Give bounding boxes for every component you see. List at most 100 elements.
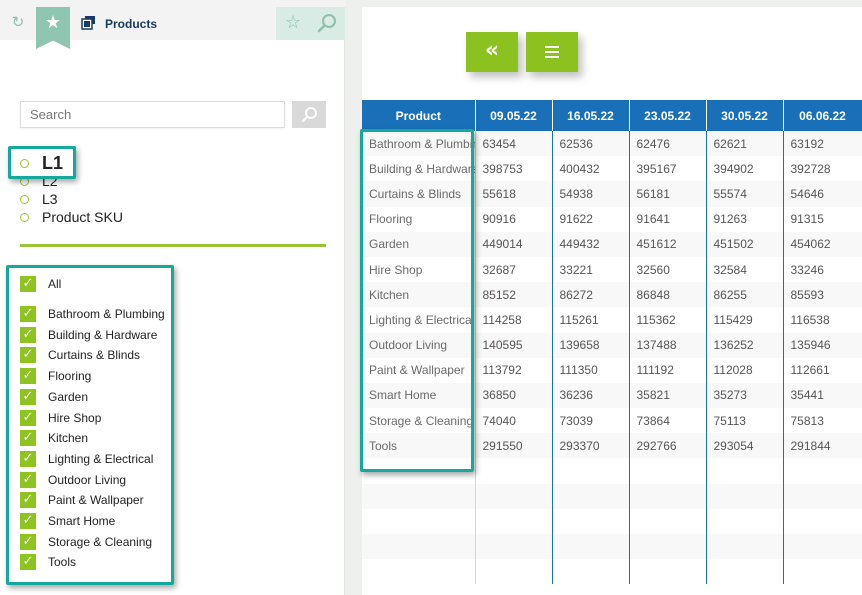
level-option-product-sku[interactable]: Product SKU — [20, 208, 123, 226]
table-row[interactable]: Outdoor Living 140595 139658 137488 136252 13… — [362, 332, 862, 358]
table-row[interactable]: Flooring 90916 91622 91641 91263 91315 — [362, 206, 862, 232]
filter-item[interactable]: ✓ Building & Hardware — [20, 325, 157, 345]
filter-item[interactable]: ✓ Kitchen — [20, 428, 88, 448]
search-input[interactable] — [20, 101, 285, 128]
empty-cell — [362, 534, 476, 560]
value-cell: 140595 — [475, 332, 553, 358]
filter-label: Kitchen — [48, 431, 89, 446]
filter-item[interactable]: ✓ Garden — [20, 387, 88, 407]
level-label: Product SKU — [42, 209, 123, 225]
table-row[interactable]: Garden 449014 449432 451612 451502 454062 — [362, 231, 862, 257]
product-name-cell: Kitchen — [362, 282, 476, 308]
filter-item[interactable]: ✓ Bathroom & Plumbing — [20, 304, 165, 324]
value-cell: 63454 — [475, 131, 553, 157]
table-row[interactable]: Curtains & Blinds 55618 54938 56181 55574 546… — [362, 181, 862, 207]
product-name-cell: Lighting & Electrical — [362, 307, 476, 333]
table-row[interactable]: Storage & Cleaning 74040 73039 73864 75113 75… — [362, 408, 862, 434]
value-cell: 398753 — [475, 156, 553, 182]
value-cell: 73864 — [629, 408, 707, 434]
table-row[interactable]: Paint & Wallpaper 113792 111350 111192 11202… — [362, 357, 862, 383]
refresh-icon[interactable]: ↻ — [10, 14, 26, 30]
value-cell: 62621 — [706, 131, 784, 157]
column-header-date[interactable]: 16.05.22 — [552, 100, 630, 131]
value-cell: 293054 — [706, 433, 784, 459]
product-name-cell: Flooring — [362, 206, 476, 232]
filter-item[interactable]: ✓ Tools — [20, 552, 76, 572]
checkbox-checked-icon: ✓ — [20, 430, 36, 447]
level-option-l1[interactable]: L1 — [20, 152, 64, 173]
column-header-date[interactable]: 09.05.22 — [475, 100, 553, 131]
value-cell: 135946 — [783, 332, 862, 358]
value-cell: 400432 — [552, 156, 630, 182]
empty-cell — [475, 458, 553, 484]
empty-cell — [783, 508, 862, 534]
star-outline-icon[interactable]: ☆ — [285, 13, 301, 33]
empty-cell — [706, 508, 784, 534]
radio-icon — [20, 194, 29, 204]
checkbox-checked-icon: ✓ — [20, 471, 36, 488]
table-row[interactable]: Building & Hardware 398753 400432 395167 394… — [362, 156, 862, 182]
value-cell: 75813 — [783, 408, 862, 434]
value-cell: 56181 — [629, 181, 707, 207]
radio-icon — [20, 176, 29, 186]
collapse-button[interactable]: « — [466, 32, 518, 72]
empty-cell — [706, 534, 784, 560]
top-bar: ↻ ★ Products ☆ — [0, 0, 345, 49]
filter-item[interactable]: ✓ Storage & Cleaning — [20, 532, 152, 552]
product-name-cell: Tools — [362, 433, 476, 459]
search-button[interactable] — [292, 101, 326, 128]
column-header-date[interactable]: 23.05.22 — [629, 100, 707, 131]
value-cell: 136252 — [706, 332, 784, 358]
empty-cell — [362, 508, 476, 534]
value-cell: 139658 — [552, 332, 630, 358]
level-option-l3[interactable]: L3 — [20, 190, 58, 208]
table-row[interactable]: Tools 291550 293370 292766 293054 291844 — [362, 433, 862, 459]
value-cell: 292766 — [629, 433, 707, 459]
value-cell: 90916 — [475, 206, 553, 232]
filter-all[interactable]: ✓ All — [20, 274, 61, 294]
value-cell: 33246 — [783, 256, 862, 283]
search-icon[interactable] — [316, 12, 338, 34]
filter-label: Curtains & Blinds — [48, 348, 141, 363]
checkbox-checked-icon: ✓ — [20, 409, 36, 426]
empty-cell — [475, 559, 553, 585]
checkbox-checked-icon: ✓ — [20, 513, 36, 529]
table-row[interactable]: Bathroom & Plumbing 63454 62536 62476 62621 6… — [362, 131, 862, 157]
empty-cell — [629, 508, 707, 534]
empty-cell — [362, 483, 476, 509]
bookmark-tab[interactable]: ★ — [36, 7, 70, 49]
product-name-cell: Smart Home — [362, 382, 476, 409]
radio-icon — [20, 158, 29, 168]
filter-item[interactable]: ✓ Smart Home — [20, 511, 115, 531]
value-cell: 86848 — [629, 282, 707, 308]
empty-cell — [706, 458, 784, 484]
empty-cell — [475, 534, 553, 560]
table-row[interactable]: Lighting & Electrical 114258 115261 115362 1… — [362, 307, 862, 333]
value-cell: 291550 — [475, 433, 553, 459]
table-row[interactable]: Kitchen 85152 86272 86848 86255 85593 — [362, 282, 862, 308]
value-cell: 62536 — [552, 131, 630, 157]
table-row[interactable]: Hire Shop 32687 33221 32560 32584 33246 — [362, 256, 862, 283]
filter-item[interactable]: ✓ Hire Shop — [20, 408, 101, 428]
menu-button[interactable] — [526, 32, 578, 72]
value-cell: 395167 — [629, 156, 707, 182]
filter-label: Paint & Wallpaper — [48, 493, 144, 508]
filter-label: All — [48, 277, 62, 291]
empty-cell — [706, 483, 784, 509]
level-label: L1 — [42, 152, 64, 173]
empty-cell — [475, 483, 553, 509]
table-row[interactable]: Smart Home 36850 36236 35821 35273 35441 — [362, 382, 862, 409]
filter-item[interactable]: ✓ Curtains & Blinds — [20, 345, 140, 365]
column-header-date[interactable]: 06.06.22 — [783, 100, 862, 131]
column-header-date[interactable]: 30.05.22 — [706, 100, 784, 131]
column-header-product[interactable]: Product — [362, 100, 476, 131]
filter-item[interactable]: ✓ Paint & Wallpaper — [20, 490, 144, 510]
value-cell: 451502 — [706, 231, 784, 257]
filter-item[interactable]: ✓ Flooring — [20, 366, 91, 386]
level-option-l2[interactable]: L2 — [20, 172, 58, 190]
value-cell: 35273 — [706, 382, 784, 409]
product-name-cell: Building & Hardware — [362, 156, 476, 182]
value-cell: 91263 — [706, 206, 784, 232]
filter-item[interactable]: ✓ Outdoor Living — [20, 470, 126, 490]
filter-item[interactable]: ✓ Lighting & Electrical — [20, 449, 153, 469]
